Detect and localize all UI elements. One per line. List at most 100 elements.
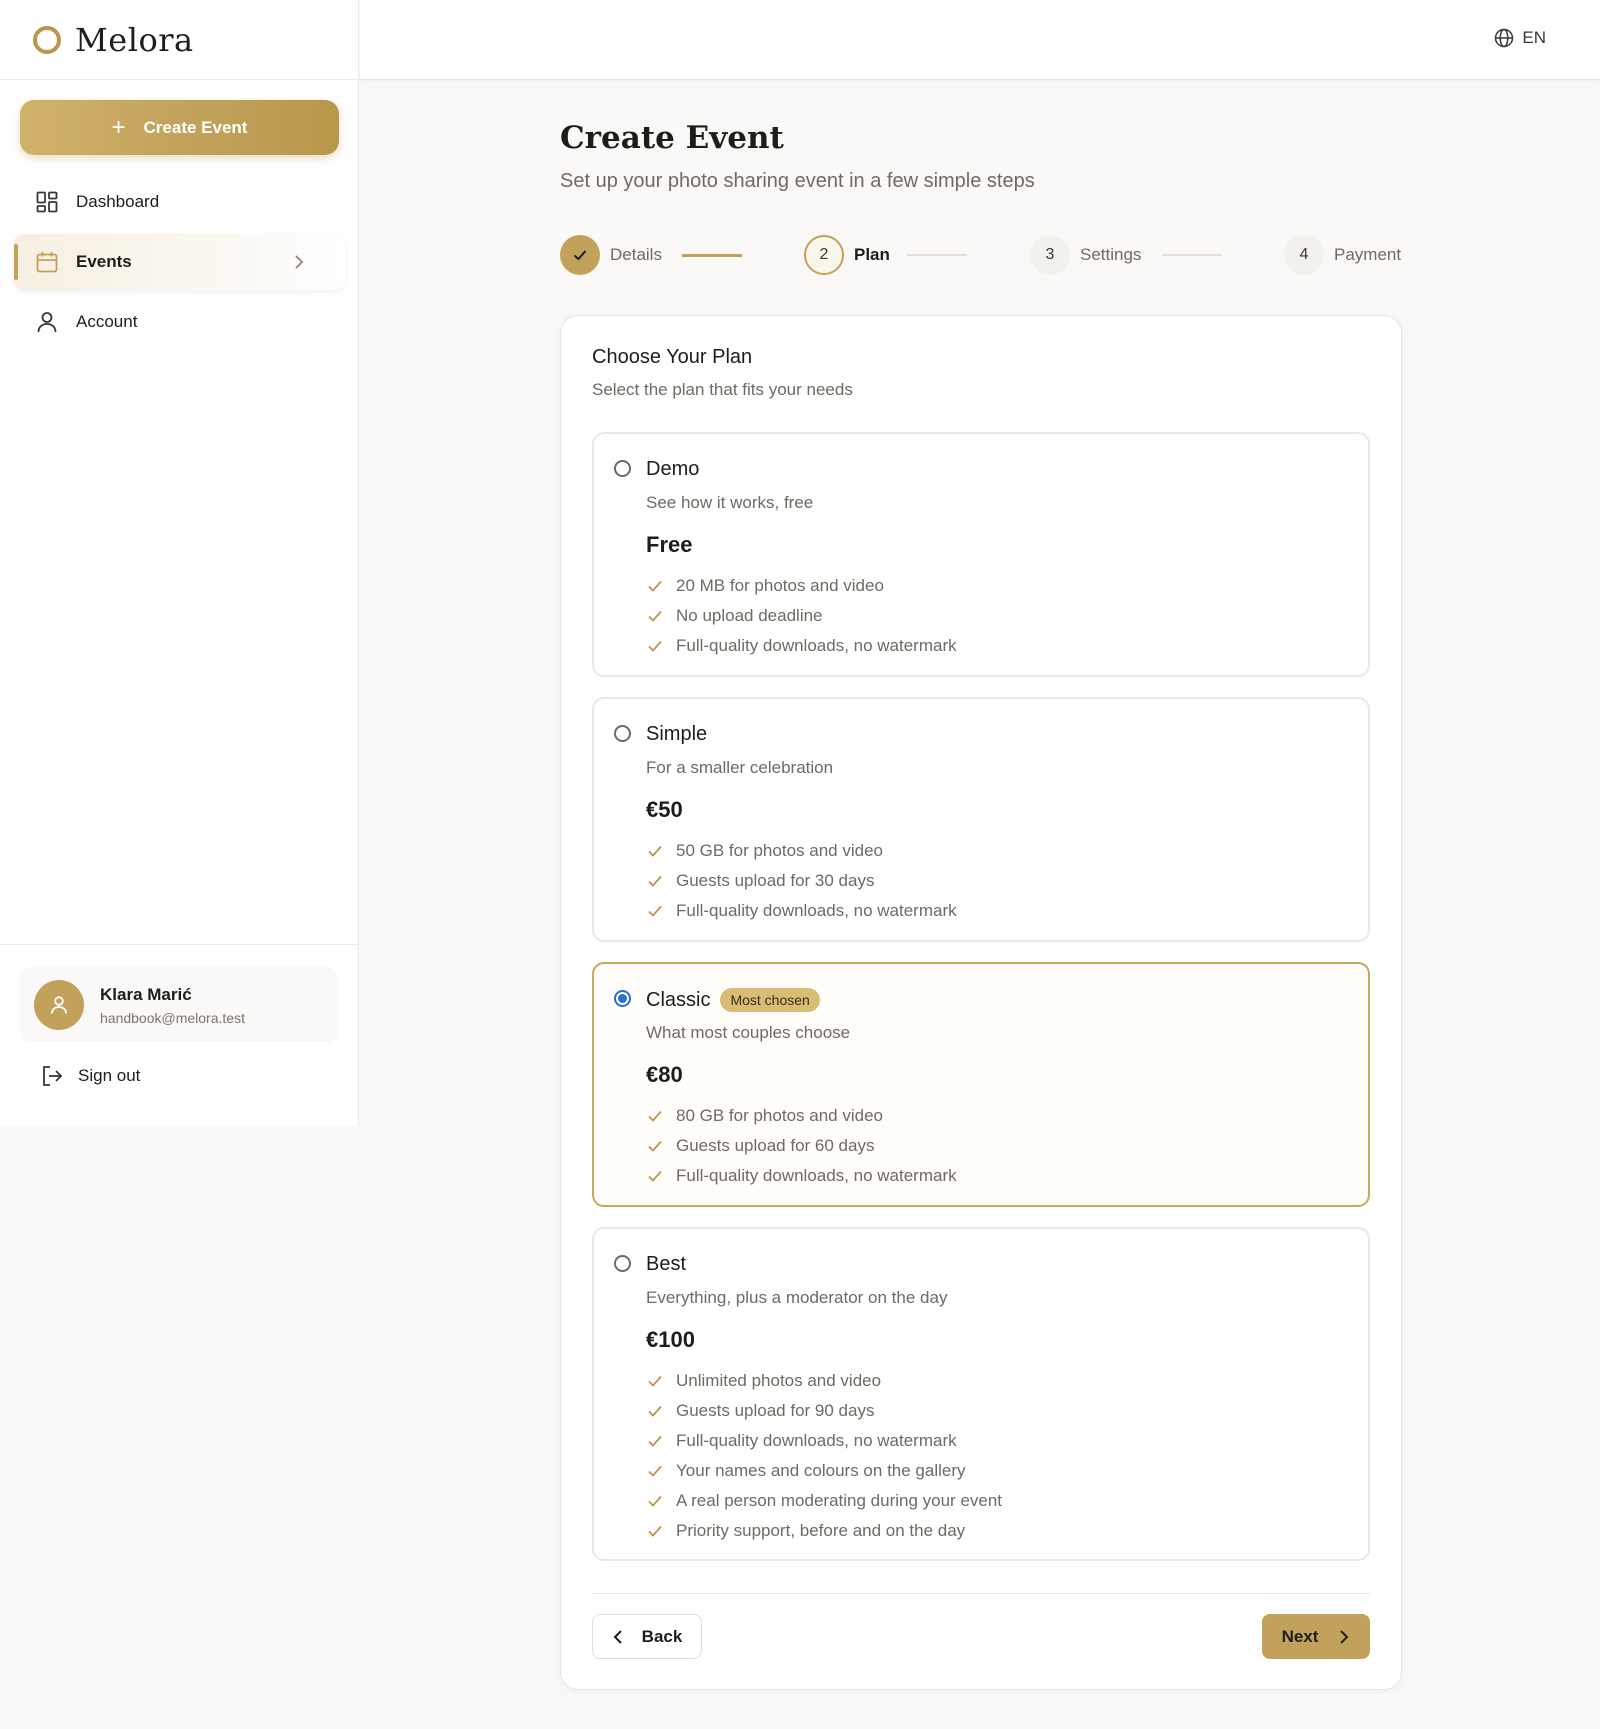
- sign-out-button[interactable]: Sign out: [40, 1061, 140, 1091]
- sidebar-item-events[interactable]: Events: [14, 234, 345, 290]
- feature-item: 50 GB for photos and video: [646, 836, 957, 866]
- plan-radio-selected[interactable]: [614, 990, 631, 1007]
- step-label: Settings: [1080, 245, 1142, 264]
- logout-icon: [43, 1066, 63, 1086]
- plus-icon: +: [111, 113, 126, 141]
- feature-text: Guests upload for 60 days: [676, 1136, 875, 1155]
- step-number: 2: [804, 235, 844, 275]
- plan-radio[interactable]: [614, 460, 631, 477]
- feature-text: 80 GB for photos and video: [676, 1106, 883, 1125]
- user-icon: [51, 996, 67, 1014]
- feature-item: Your names and colours on the gallery: [646, 1456, 1002, 1486]
- brand-logo[interactable]: Melora: [0, 0, 358, 80]
- step-number: 4: [1284, 235, 1324, 275]
- step-connector: [1162, 254, 1222, 256]
- plan-features: Unlimited photos and video Guests upload…: [646, 1366, 1002, 1546]
- feature-text: Guests upload for 90 days: [676, 1401, 875, 1420]
- top-bar: EN: [360, 0, 1600, 80]
- plan-price: Free: [646, 532, 693, 557]
- sidebar-footer: Klara Marić handbook@melora.test Sign ou…: [0, 944, 359, 1126]
- check-icon: [648, 905, 662, 917]
- plan-option-best[interactable]: Best Everything, plus a moderator on the…: [592, 1227, 1370, 1561]
- step-label: Plan: [854, 245, 890, 264]
- feature-item: Priority support, before and on the day: [646, 1516, 1002, 1546]
- step-plan[interactable]: 2 Plan: [804, 235, 890, 275]
- feature-text: Full-quality downloads, no watermark: [676, 636, 957, 655]
- user-email: handbook@melora.test: [100, 1009, 245, 1026]
- step-payment[interactable]: 4 Payment: [1284, 235, 1401, 275]
- check-icon: [648, 580, 662, 592]
- feature-text: No upload deadline: [676, 606, 823, 625]
- dashboard-icon: [36, 191, 58, 213]
- check-icon: [648, 845, 662, 857]
- stepper: Details 2 Plan 3 Settings 4 Payment: [560, 235, 1402, 275]
- avatar: [34, 980, 84, 1030]
- feature-text: Full-quality downloads, no watermark: [676, 1166, 957, 1185]
- plan-radio[interactable]: [614, 1255, 631, 1272]
- card-title: Choose Your Plan: [592, 346, 753, 368]
- feature-item: 80 GB for photos and video: [646, 1101, 957, 1131]
- plan-option-demo[interactable]: Demo See how it works, free Free 20 MB f…: [592, 432, 1370, 677]
- feature-item: Guests upload for 90 days: [646, 1396, 1002, 1426]
- plan-option-simple[interactable]: Simple For a smaller celebration €50 50 …: [592, 697, 1370, 942]
- back-button[interactable]: Back: [592, 1614, 702, 1659]
- step-details[interactable]: Details: [560, 235, 662, 275]
- card-divider: [592, 1593, 1370, 1594]
- next-button[interactable]: Next: [1262, 1614, 1370, 1659]
- page-subtitle: Set up your photo sharing event in a few…: [560, 170, 1035, 192]
- check-icon: [648, 1375, 662, 1387]
- check-icon: [648, 1405, 662, 1417]
- brand-name: Melora: [75, 20, 194, 59]
- check-icon: [648, 1140, 662, 1152]
- check-icon: [573, 250, 587, 261]
- step-connector: [907, 254, 967, 256]
- plan-name: Best: [646, 1253, 686, 1276]
- logo-ring-icon: [33, 25, 61, 54]
- plan-price: €50: [646, 797, 683, 822]
- plan-option-classic[interactable]: Classic Most chosen What most couples ch…: [592, 962, 1370, 1207]
- plan-features: 20 MB for photos and video No upload dea…: [646, 571, 957, 661]
- plan-radio[interactable]: [614, 725, 631, 742]
- check-icon: [648, 1435, 662, 1447]
- feature-item: Full-quality downloads, no watermark: [646, 1161, 957, 1191]
- check-icon: [648, 1465, 662, 1477]
- feature-item: Guests upload for 30 days: [646, 866, 957, 896]
- plan-price: €100: [646, 1327, 695, 1352]
- create-event-label: Create Event: [143, 117, 248, 137]
- sign-out-label: Sign out: [78, 1066, 141, 1085]
- feature-item: No upload deadline: [646, 601, 957, 631]
- plan-description: Everything, plus a moderator on the day: [646, 1288, 948, 1307]
- check-icon: [648, 875, 662, 887]
- create-event-button[interactable]: + Create Event: [20, 100, 339, 155]
- chevron-right-icon: [295, 255, 304, 269]
- sidebar-item-label: Account: [76, 312, 138, 331]
- plan-name: Classic Most chosen: [646, 988, 820, 1012]
- next-label: Next: [1281, 1626, 1319, 1646]
- plan-features: 50 GB for photos and video Guests upload…: [646, 836, 957, 926]
- sidebar: Melora + Create Event Dashboard Events A…: [0, 0, 359, 1126]
- feature-text: Unlimited photos and video: [676, 1371, 882, 1390]
- user-icon: [37, 312, 57, 333]
- language-label: EN: [1522, 28, 1546, 47]
- sidebar-item-dashboard[interactable]: Dashboard: [14, 174, 345, 230]
- most-chosen-badge: Most chosen: [720, 988, 820, 1012]
- feature-item: Full-quality downloads, no watermark: [646, 896, 957, 926]
- plan-name-text: Classic: [646, 988, 711, 1011]
- feature-text: Guests upload for 30 days: [676, 871, 875, 890]
- plan-name-text: Best: [646, 1253, 687, 1275]
- check-icon: [648, 1525, 662, 1537]
- check-icon: [648, 1170, 662, 1182]
- feature-text: Priority support, before and on the day: [676, 1521, 966, 1540]
- chevron-left-icon: [613, 1629, 622, 1644]
- step-label: Details: [610, 245, 662, 264]
- step-settings[interactable]: 3 Settings: [1030, 235, 1141, 275]
- plan-description: What most couples choose: [646, 1023, 851, 1042]
- feature-text: 20 MB for photos and video: [676, 576, 884, 595]
- card-subtitle: Select the plan that fits your needs: [592, 380, 853, 399]
- plan-features: 80 GB for photos and video Guests upload…: [646, 1101, 957, 1191]
- language-selector[interactable]: EN: [1494, 28, 1546, 48]
- sidebar-item-account[interactable]: Account: [14, 294, 345, 350]
- user-card[interactable]: Klara Marić handbook@melora.test: [20, 967, 338, 1043]
- check-icon: [648, 1495, 662, 1507]
- feature-text: Full-quality downloads, no watermark: [676, 901, 957, 920]
